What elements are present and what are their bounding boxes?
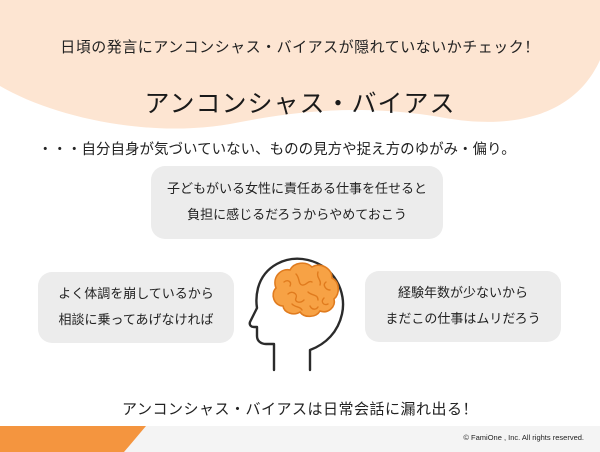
example-bubble-left: よく体調を崩しているから 相談に乗ってあげなければ bbox=[38, 272, 234, 343]
header-text: 日頃の発言にアンコンシャス・バイアスが隠れていないかチェック！ bbox=[60, 38, 540, 56]
example-bubble-top: 子どもがいる女性に責任ある仕事を任せると 負担に感じるだろうからやめておこう bbox=[151, 166, 443, 239]
conclusion-text: アンコンシャス・バイアスは日常会話に漏れ出る！ bbox=[122, 400, 478, 418]
example-bubble-right: 経験年数が少ないから まだこの仕事はムリだろう bbox=[365, 271, 561, 342]
example-top-line2: 負担に感じるだろうからやめておこう bbox=[187, 207, 407, 223]
example-right-line2: まだこの仕事はムリだろう bbox=[385, 311, 541, 327]
head-with-brain-icon bbox=[248, 257, 345, 372]
definition-text: ・・・自分自身が気づいていない、ものの見方や捉え方のゆがみ・偏り。 bbox=[38, 142, 516, 158]
brain-icon bbox=[272, 262, 340, 318]
example-top-line1: 子どもがいる女性に責任ある仕事を任せると bbox=[166, 181, 427, 197]
copyright-text: © FamiOne , Inc. All rights reserved. bbox=[463, 433, 584, 442]
page-title: アンコンシャス・バイアス bbox=[144, 89, 456, 118]
example-right-line1: 経験年数が少ないから bbox=[397, 285, 528, 301]
example-left-line2: 相談に乗ってあげなければ bbox=[58, 312, 214, 328]
example-left-line1: よく体調を崩しているから bbox=[58, 286, 214, 302]
